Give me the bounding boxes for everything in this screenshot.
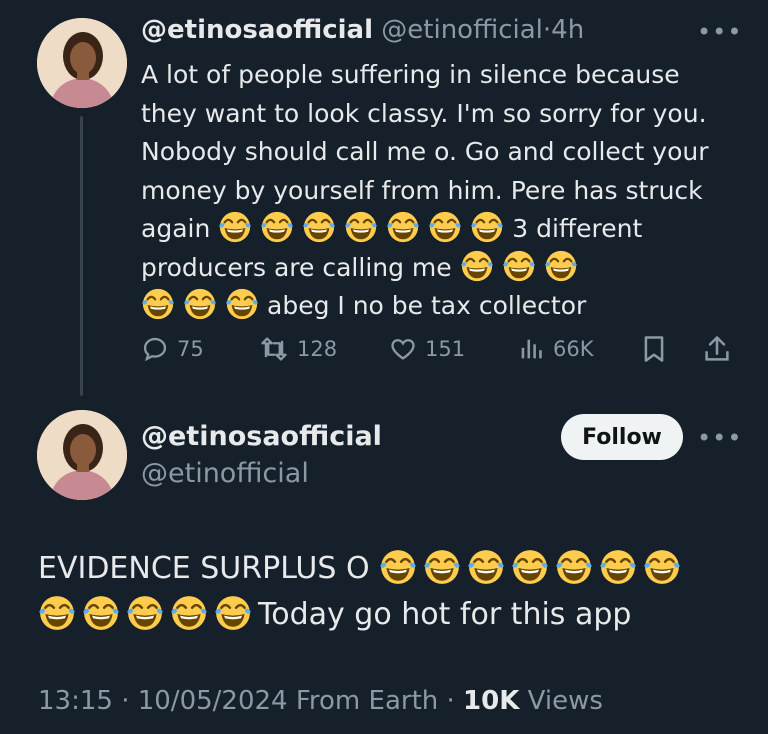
views-count: 66K [553,337,594,361]
face-with-tears-of-joy-icon [470,210,504,244]
face-with-tears-of-joy-icon [344,210,378,244]
face-with-tears-of-joy-icon [544,249,578,283]
repost-button[interactable]: 128 [259,334,337,364]
emoji-group [379,551,687,586]
face-with-tears-of-joy-icon [423,548,461,586]
face-with-tears-of-joy-icon [218,210,252,244]
face-with-tears-of-joy-icon [141,287,175,321]
face-with-tears-of-joy-icon [643,548,681,586]
face-with-tears-of-joy-icon [38,594,76,632]
views-button[interactable]: 66K [517,334,594,364]
heart-icon [391,339,415,360]
tweet-text-part1: EVIDENCE SURPLUS O [38,551,370,586]
reply-count: 75 [177,337,204,361]
avatar[interactable] [37,410,127,500]
face-with-tears-of-joy-icon [460,249,494,283]
analytics-icon [521,339,542,359]
face-with-tears-of-joy-icon [214,594,252,632]
handle[interactable]: @etinofficial [381,15,543,45]
views-count: 10K [463,686,520,716]
face-with-tears-of-joy-icon [428,210,462,244]
separator: · [542,15,552,45]
emoji-group [218,214,512,243]
reply-icon [143,337,167,362]
face-with-tears-of-joy-icon [386,210,420,244]
timestamp[interactable]: 4h [551,15,584,45]
display-name[interactable]: @etinosaofficial [141,15,373,45]
face-with-tears-of-joy-icon [183,287,217,321]
more-horizontal-icon[interactable]: ••• [697,20,742,44]
face-with-tears-of-joy-icon [302,210,336,244]
tweet-meta: 13:15 · 10/05/2024 From Earth · 10K View… [38,684,603,718]
face-with-tears-of-joy-icon [511,548,549,586]
face-with-tears-of-joy-icon [260,210,294,244]
face-with-tears-of-joy-icon [467,548,505,586]
tweet-actions: 75 128 151 66K [141,334,741,364]
face-with-tears-of-joy-icon [379,548,417,586]
reply-button[interactable]: 75 [141,334,204,364]
emoji-group [460,253,586,282]
repost-count: 128 [297,337,338,361]
face-with-tears-of-joy-icon [82,594,120,632]
timestamp[interactable]: 13:15 · 10/05/2024 From Earth · [38,686,455,716]
tweet-text-part3: abeg I no be tax collector [267,291,587,320]
tweet-text: A lot of people suffering in silence bec… [141,56,741,326]
display-name[interactable]: @etinosaofficial [141,420,382,454]
share-icon [705,336,729,361]
tweet-text-part2: Today go hot for this app [258,597,632,632]
tweet-text: EVIDENCE SURPLUS O Today go hot for this… [38,546,738,638]
emoji-group [38,597,258,632]
handle[interactable]: @etinofficial [141,457,309,491]
avatar[interactable] [37,18,127,108]
face-with-tears-of-joy-icon [502,249,536,283]
follow-button[interactable]: Follow [561,414,683,460]
views-label: Views [527,686,603,716]
face-with-tears-of-joy-icon [555,548,593,586]
face-with-tears-of-joy-icon [225,287,259,321]
more-horizontal-icon[interactable]: ••• [697,426,742,450]
tweet-header: @etinosaofficial @etinofficial·4h [141,14,584,46]
emoji-group [141,291,267,320]
repost-icon [261,337,287,361]
face-with-tears-of-joy-icon [170,594,208,632]
bookmark-button[interactable] [641,334,675,364]
face-with-tears-of-joy-icon [126,594,164,632]
share-button[interactable] [703,334,739,364]
thread-line [80,116,83,396]
like-count: 151 [425,337,466,361]
bookmark-icon [644,336,664,362]
like-button[interactable]: 151 [389,334,465,364]
face-with-tears-of-joy-icon [599,548,637,586]
